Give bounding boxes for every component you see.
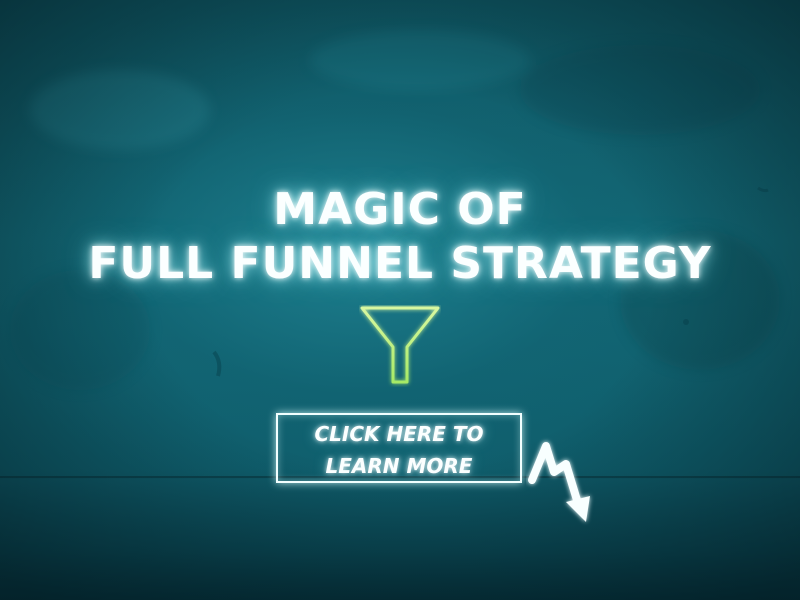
floor xyxy=(0,478,800,600)
page-title: MAGIC OF FULL FUNNEL STRATEGY xyxy=(0,183,800,291)
title-line-1: MAGIC OF xyxy=(273,184,527,235)
cta-line-1: CLICK HERE TO xyxy=(314,422,484,446)
title-line-2: FULL FUNNEL STRATEGY xyxy=(88,238,712,289)
cta-line-2: LEARN MORE xyxy=(325,454,473,478)
funnel-icon xyxy=(360,306,440,384)
hero-banner: MAGIC OF FULL FUNNEL STRATEGY CLICK HERE… xyxy=(0,0,800,600)
learn-more-button[interactable]: CLICK HERE TO LEARN MORE xyxy=(276,413,522,483)
curved-arrow-icon xyxy=(528,442,590,522)
